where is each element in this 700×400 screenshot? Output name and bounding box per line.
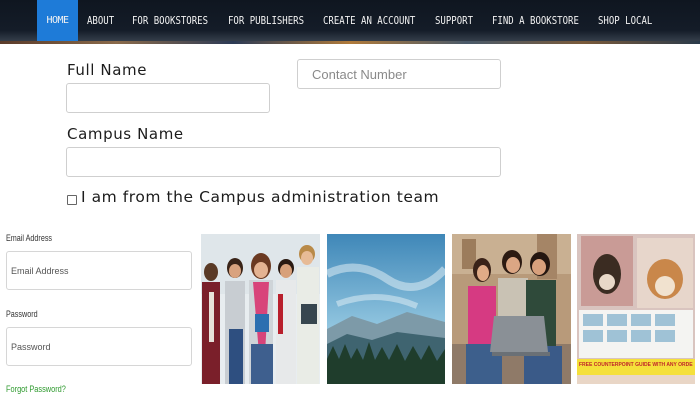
nav-item-about[interactable]: ABOUT xyxy=(87,0,114,41)
campus-name-field[interactable] xyxy=(66,147,501,177)
password-field[interactable] xyxy=(6,327,192,366)
admin-team-checkbox[interactable] xyxy=(67,195,77,205)
password-label: Password xyxy=(6,309,38,319)
forgot-password-link[interactable]: Forgot Password? xyxy=(6,384,66,394)
mountain-landscape-photo xyxy=(327,234,445,384)
top-navigation-bar: HOME ABOUT FOR BOOKSTORES FOR PUBLISHERS… xyxy=(0,0,700,43)
nav-item-home[interactable]: HOME xyxy=(37,0,78,41)
full-name-field[interactable] xyxy=(66,83,270,113)
contact-number-field[interactable] xyxy=(297,59,501,89)
nav-item-create-account[interactable]: CREATE AN ACCOUNT xyxy=(323,0,415,41)
calendar-promo-banner-text: FREE COUNTERPOINT GUIDE WITH ANY ORDER C… xyxy=(579,362,693,368)
nav-item-for-bookstores[interactable]: FOR BOOKSTORES xyxy=(132,0,208,41)
full-name-label: Full Name xyxy=(67,61,148,79)
email-label: Email Address xyxy=(6,233,53,243)
nav-item-support[interactable]: SUPPORT xyxy=(435,0,473,41)
email-field[interactable] xyxy=(6,251,192,290)
nav-item-shop-local[interactable]: SHOP LOCAL xyxy=(598,0,652,41)
nav-item-for-publishers[interactable]: FOR PUBLISHERS xyxy=(228,0,304,41)
nav-item-find-bookstore[interactable]: FIND A BOOKSTORE xyxy=(492,0,579,41)
calendar-product-photo: FREE COUNTERPOINT GUIDE WITH ANY ORDER C… xyxy=(577,234,695,384)
campus-name-label: Campus Name xyxy=(67,125,184,143)
students-group-photo xyxy=(201,234,320,384)
admin-team-checkbox-label: I am from the Campus administration team xyxy=(81,188,440,206)
nav-decorative-strip xyxy=(0,41,700,44)
students-laptop-photo xyxy=(452,234,571,384)
